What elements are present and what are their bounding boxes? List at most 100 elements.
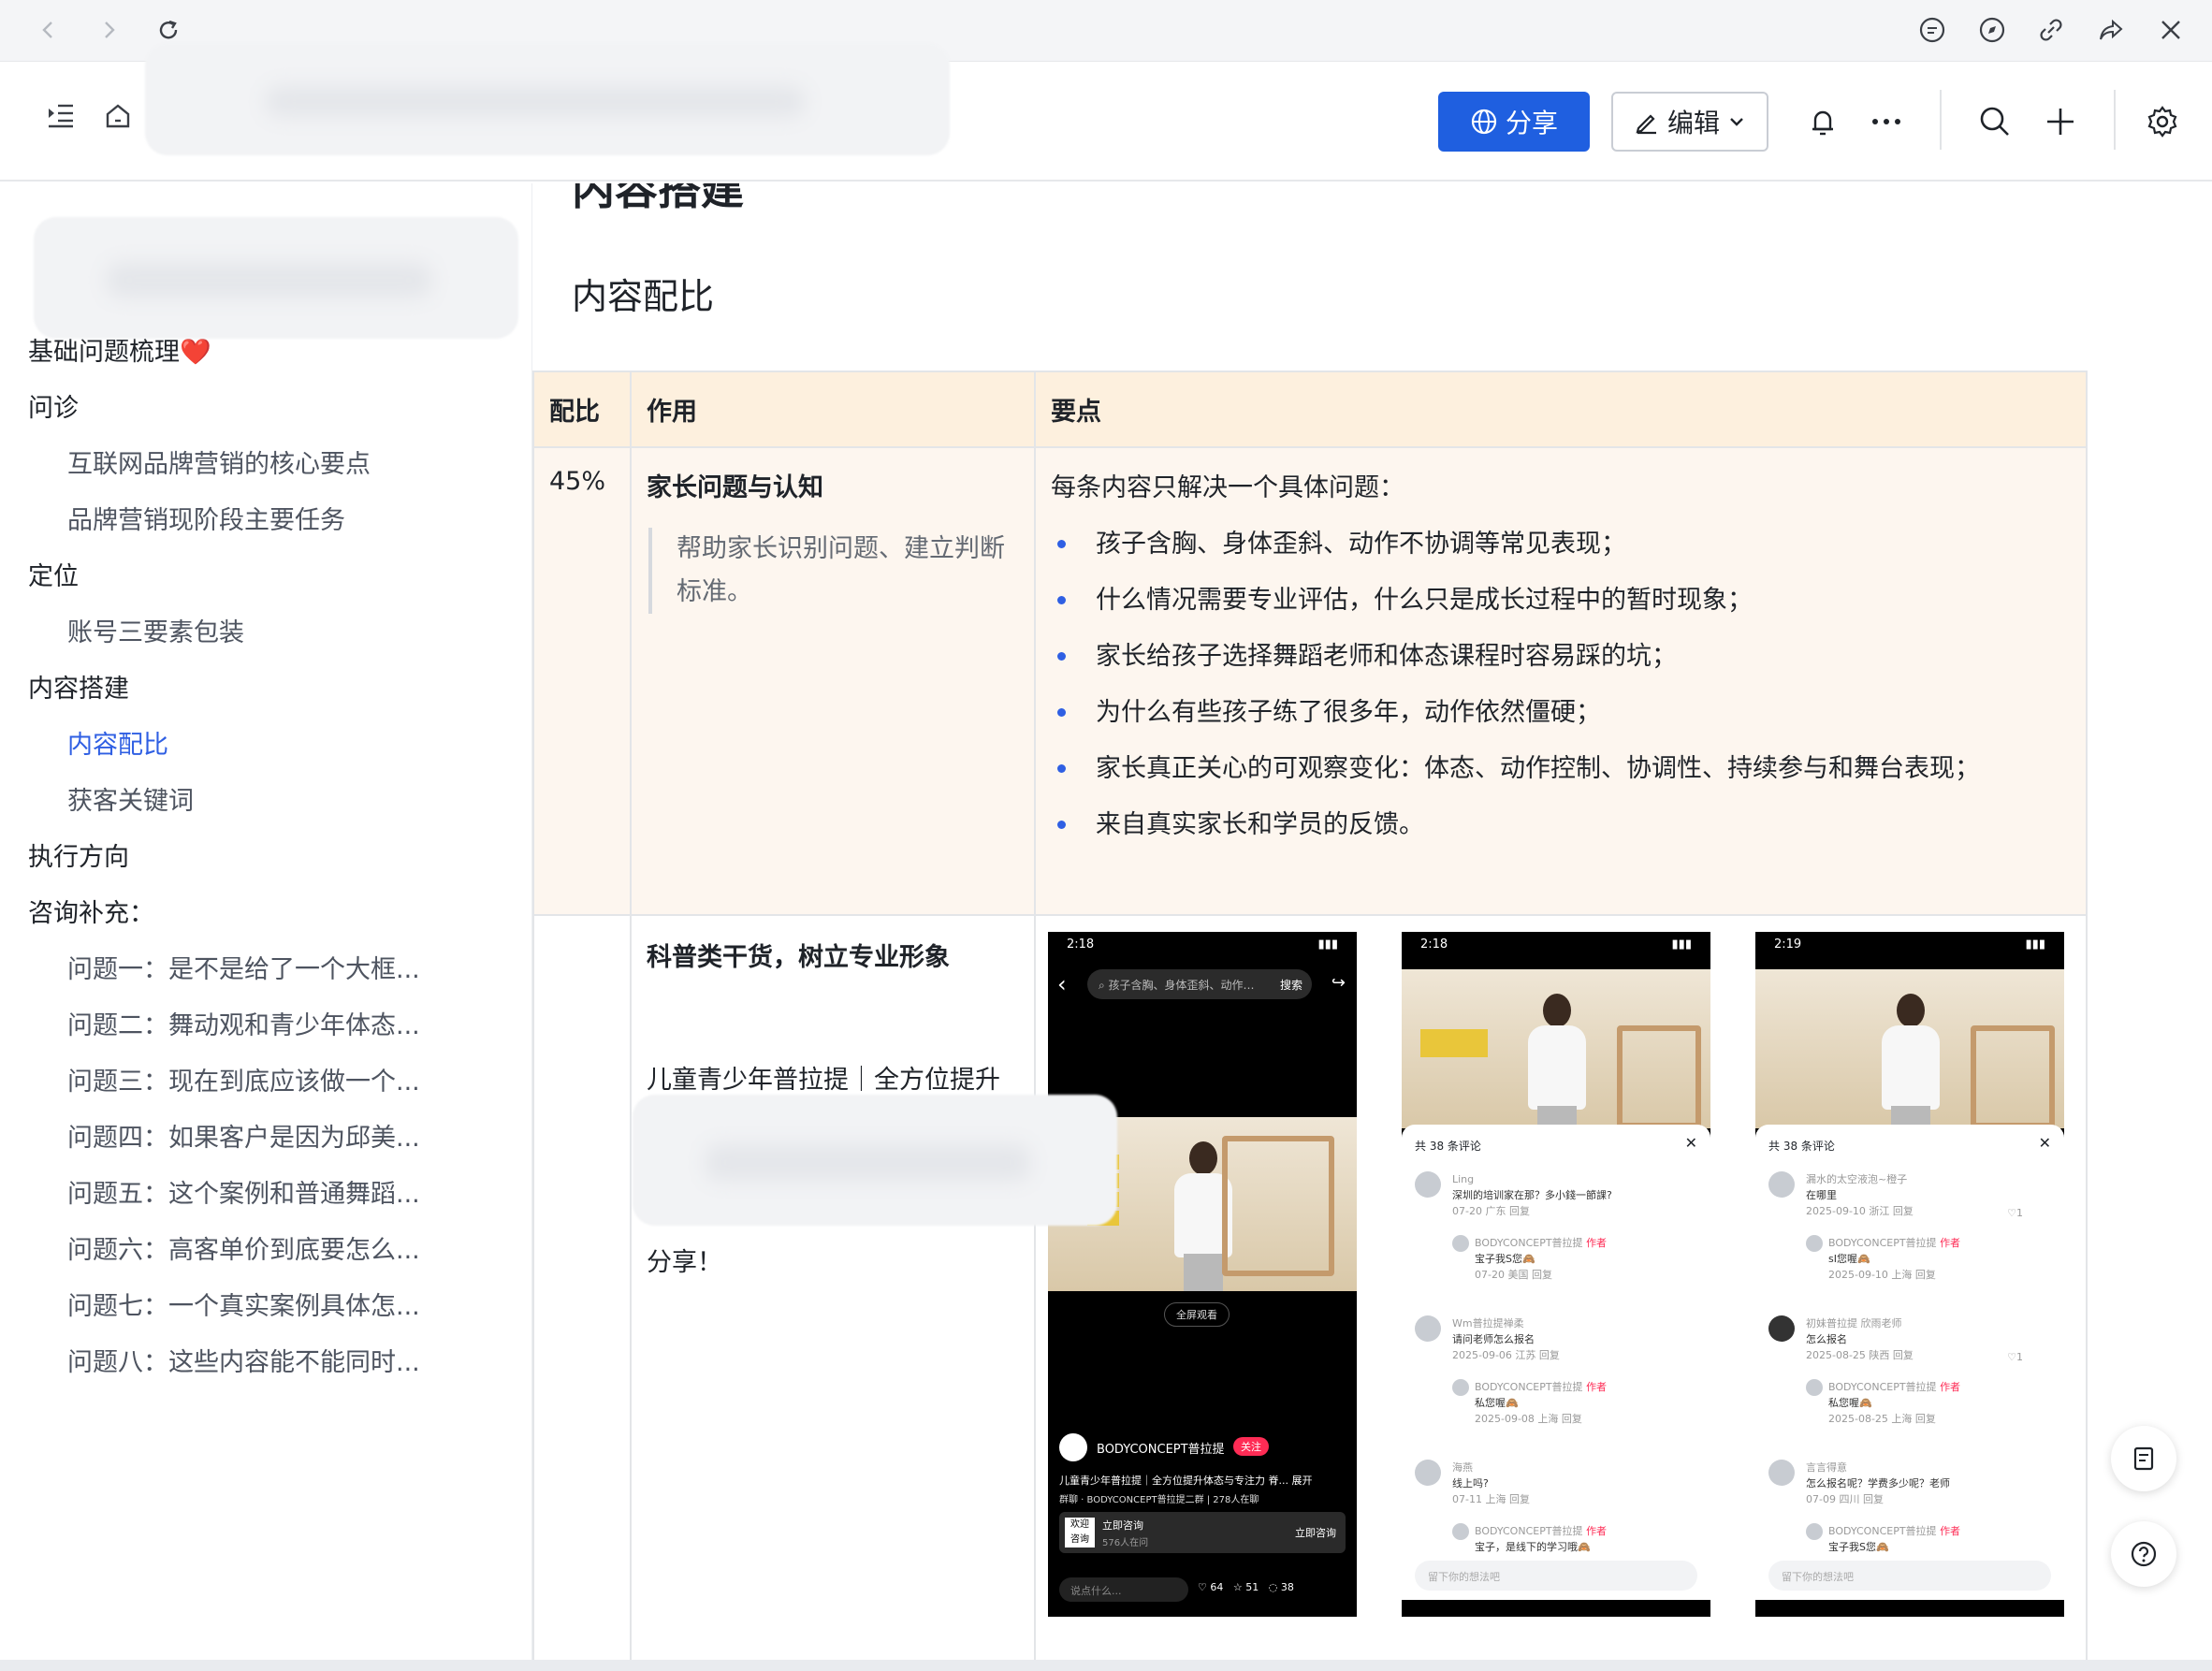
toc-item[interactable]: 执行方向 — [28, 836, 129, 873]
pencil-icon — [1636, 114, 1656, 135]
heading-2: 内容配比 — [572, 276, 715, 317]
role-title: 家长问题与认知 — [647, 473, 823, 502]
toc-item[interactable]: 互联网品牌营销的核心要点 — [67, 443, 371, 480]
comment-input: 说点什么... — [1059, 1577, 1188, 1602]
table-header: 作用 — [630, 371, 1036, 448]
share-arrow-icon[interactable] — [2092, 11, 2130, 49]
role-tail: 分享！ — [647, 1248, 722, 1277]
list-item: 为什么有些孩子练了很多年，动作依然僵硬； — [1051, 698, 2071, 728]
consult-subtitle: 576人在问 — [1102, 1538, 1149, 1548]
toc-item[interactable]: 获客关键词 — [67, 780, 194, 817]
help-button[interactable] — [2111, 1521, 2176, 1587]
avatar — [1059, 1433, 1087, 1461]
back-icon[interactable] — [30, 11, 67, 49]
close-icon[interactable] — [2152, 11, 2190, 49]
list-item: 家长真正关心的可观察变化：体态、动作控制、协调性、持续参与和舞台表现； — [1051, 754, 2071, 784]
home-icon[interactable] — [103, 101, 133, 135]
toc-item-active[interactable]: 内容配比 — [67, 724, 168, 761]
stars-count: 51 — [1245, 1581, 1259, 1593]
search-bar: ⌕ 孩子含胸、身体歪斜、动作… 搜索 — [1087, 969, 1312, 999]
bell-icon[interactable] — [1802, 101, 1843, 142]
comment-icon[interactable] — [1914, 11, 1951, 49]
divider — [1940, 90, 1942, 150]
outline-sidebar: 基础问题梳理❤️ 问诊 互联网品牌营销的核心要点 品牌营销现阶段主要任务 定位 … — [0, 183, 531, 1662]
toc-item[interactable]: 问题四：如果客户是因为邱美... — [67, 1117, 420, 1154]
list-item: 什么情况需要专业评估，什么只是成长过程中的暂时现象； — [1051, 586, 2071, 616]
points-cell: 每条内容只解决一个具体问题： 孩子含胸、身体歪斜、动作不协调等常见表现； 什么情… — [1034, 446, 2088, 916]
toc-item[interactable]: 问题三：现在到底应该做一个... — [67, 1061, 420, 1097]
gear-icon[interactable] — [2142, 101, 2183, 142]
toc-item[interactable]: 问题二：舞动观和青少年体态... — [67, 1005, 420, 1041]
consult-logo: 欢迎 咨询 — [1065, 1518, 1095, 1547]
toc-item[interactable]: 问诊 — [28, 387, 79, 424]
blurred-outline-header — [34, 217, 518, 339]
ratio-cell: 45% — [532, 446, 632, 916]
globe-icon — [1471, 109, 1497, 135]
help-icon — [2131, 1541, 2157, 1567]
search-button: 搜索 — [1279, 979, 1302, 992]
heading-1: 内容搭建 — [572, 183, 744, 214]
star-icon: ☆ — [1232, 1581, 1243, 1593]
instructor-figure — [1874, 994, 1945, 1128]
bottom-edge — [0, 1660, 2212, 1671]
toc-item[interactable]: 内容搭建 — [28, 668, 129, 705]
share-button[interactable]: 分享 — [1438, 92, 1590, 152]
compass-icon[interactable] — [1973, 11, 2011, 49]
table-header: 配比 — [532, 371, 632, 448]
status-bar: 2:18 ▮▮▮ — [1048, 932, 1357, 964]
forward-icon[interactable] — [90, 11, 127, 49]
battery-icon: ▮▮▮ — [1671, 937, 1692, 952]
more-icon[interactable] — [1866, 101, 1907, 142]
chair-shape — [1971, 1025, 2055, 1128]
toc-item[interactable]: 咨询补充： — [28, 893, 154, 929]
chair-shape — [1222, 1136, 1334, 1276]
toc-item[interactable]: 品牌营销现阶段主要任务 — [67, 500, 345, 536]
search-icon[interactable] — [1974, 101, 2016, 142]
toc-item[interactable]: 问题一：是不是给了一个大框... — [67, 949, 420, 985]
add-icon[interactable] — [2040, 101, 2081, 142]
comment-input: 留下你的想法吧 — [1768, 1561, 2051, 1591]
back-icon: ‹ — [1057, 971, 1067, 997]
search-text: 孩子含胸、身体歪斜、动作… — [1108, 979, 1255, 992]
group-info: 群聊 · BODYCONCEPT普拉提二群 | 278人在聊 — [1059, 1495, 1259, 1505]
comments-panel: 共 38 条评论 ✕ Ling 深圳的培训家在那？多小錢一節課? 07-20 广东 … — [1402, 1125, 1710, 1600]
video-caption: 儿童青少年普拉提｜全方位提升体态与专注力 脊... 展开 — [1059, 1475, 1313, 1487]
list-item: 孩子含胸、身体歪斜、动作不协调等常见表现； — [1051, 530, 2071, 559]
battery-icon: ▮▮▮ — [2025, 937, 2045, 952]
consult-button: 立即咨询 — [1295, 1527, 1336, 1539]
battery-icon: ▮▮▮ — [1317, 937, 1338, 952]
toc-item[interactable]: 问题七：一个真实案例具体怎... — [67, 1286, 420, 1322]
comment-count: 共 38 条评论 — [1415, 1140, 1481, 1153]
video-title-banner — [1420, 1029, 1488, 1057]
phone-screenshot[interactable]: 2:19 ▮▮▮ 共 38 条评论 ✕ 漏水的太空液泡~橙子 在哪里 2025-09-… — [1755, 932, 2064, 1617]
status-time: 2:19 — [1774, 937, 1802, 952]
toc-item[interactable]: 定位 — [28, 556, 79, 592]
role-cell: 科普类干货，树立专业形象 儿童青少年普拉提｜全方位提升 分享！ — [630, 914, 1036, 1662]
chair-shape — [1617, 1025, 1701, 1128]
edit-button[interactable]: 编辑 — [1611, 92, 1768, 152]
blurred-document-title — [145, 43, 950, 155]
phone-screenshot[interactable]: 2:18 ▮▮▮ 共 38 条评论 ✕ Ling 深圳的培训家在那？多小錢一節課? 0… — [1402, 932, 1710, 1617]
toc-item[interactable]: 问题六：高客单价到底要怎么... — [67, 1229, 420, 1266]
share-icon: ↪ — [1331, 973, 1346, 993]
divider — [2114, 90, 2116, 150]
toc-item[interactable]: 账号三要素包装 — [67, 612, 244, 648]
phone-screenshot[interactable]: 2:18 ▮▮▮ ‹ ⌕ 孩子含胸、身体歪斜、动作… 搜索 ↪ 全屏观看 BODY… — [1048, 932, 1357, 1617]
consult-title: 立即咨询 — [1102, 1519, 1143, 1532]
heart-icon: ♡ — [1198, 1581, 1207, 1593]
likes-count: 64 — [1210, 1581, 1224, 1593]
toc-item[interactable]: 问题五：这个案例和普通舞蹈... — [67, 1173, 420, 1210]
doc-outline-float-button[interactable] — [2111, 1426, 2176, 1491]
comments-count: 38 — [1280, 1581, 1294, 1593]
fullscreen-button: 全屏观看 — [1164, 1302, 1230, 1327]
toc-item[interactable]: 问题八：这些内容能不能同时... — [67, 1342, 420, 1378]
ratio-cell — [532, 914, 632, 1662]
table-header: 要点 — [1034, 371, 2088, 448]
role-cell: 家长问题与认知 帮助家长识别问题、建立判断标准。 — [630, 446, 1036, 916]
outline-toggle-icon[interactable] — [45, 101, 77, 133]
table-row: 45% 家长问题与认知 帮助家长识别问题、建立判断标准。 每条内容只解决一个具体… — [532, 446, 2088, 916]
comment-input: 留下你的想法吧 — [1415, 1561, 1697, 1591]
blurred-text-overlay — [633, 1095, 1117, 1226]
link-icon[interactable] — [2032, 11, 2070, 49]
consult-card: 欢迎 咨询 立即咨询 576人在问 立即咨询 — [1059, 1512, 1346, 1553]
